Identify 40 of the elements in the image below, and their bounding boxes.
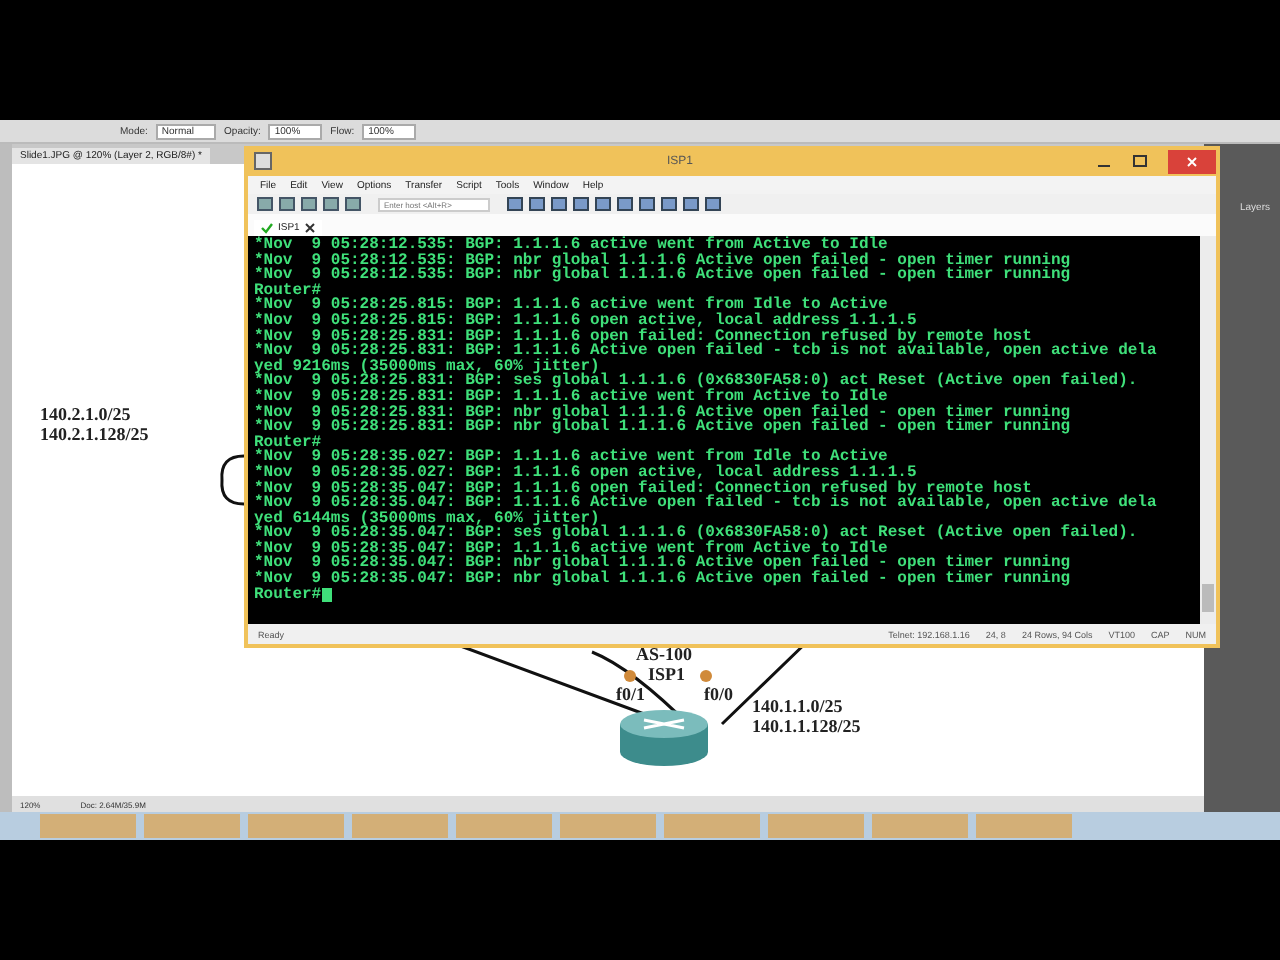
terminal-line: yed 9216ms (35000ms max, 60% jitter) [254,359,600,375]
diagram-label: f0/1 [616,684,645,704]
terminal-line: *Nov 9 05:28:25.831: BGP: 1.1.1.6 open failed: Connection refused by remote host [254,329,1032,345]
terminal-line: *Nov 9 05:28:25.831: BGP: ses global 1.1.1.6 (0x6830FA58:0) act Reset (Active open failed). [254,374,1140,390]
terminal-line: yed 6144ms (35000ms max, 60% jitter) [254,511,600,527]
terminal-line: *Nov 9 05:28:25.831: BGP: nbr global 1.1.1.6 Active open failed - open timer running [254,405,1073,421]
terminal-line: Router# [254,435,324,451]
terminal-line: *Nov 9 05:28:12.535: BGP: 1.1.1.6 active went from Active to Idle [254,238,890,254]
terminal-line: *Nov 9 05:28:25.815: BGP: 1.1.1.6 active went from Idle to Active [254,298,888,314]
terminal-line: *Nov 9 05:28:12.535: BGP: nbr global 1.1.1.6 Active open failed - open timer running [254,268,1073,284]
terminal-line: *Nov 9 05:28:35.047: BGP: ses global 1.1.1.6 (0x6830FA58:0) act Reset (Active open failed). [254,526,1140,542]
terminal-line: *Nov 9 05:28:25.815: BGP: 1.1.1.6 open active, local address 1.1.1.5 [254,313,919,330]
terminal-line: *Nov 9 05:28:35.047: BGP: 1.1.1.6 open failed: Connection refused by remote host [254,481,1034,497]
check-icon [260,222,274,234]
terminal-line: *Nov 9 05:28:25.831: BGP: 1.1.1.6 Active open failed - tcb is not available, open active dela [254,344,1159,360]
terminal-line: *Nov 9 05:28:35.027: BGP: 1.1.1.6 active went from Idle to Active [254,450,888,466]
diagram-label: ISP1 [648,664,686,684]
diagram-label: 140.1.1.128/25 [752,716,861,736]
terminal-line: *Nov 9 05:28:35.027: BGP: 1.1.1.6 open active, local address 1.1.1.5 [254,465,919,481]
terminal-line: *Nov 9 05:28:25.831: BGP: nbr global 1.1.1.6 Active open failed - open timer running [254,420,1073,436]
terminal-line: *Nov 9 05:28:35.047: BGP: nbr global 1.1.1.6 Active open failed - open timer running [254,572,1073,588]
close-icon[interactable] [303,222,316,234]
scrollbar[interactable] [1200,236,1216,624]
app-icon [254,152,272,170]
terminal-line: Router# [254,283,324,299]
port-dot-icon [700,670,712,682]
port-dot-icon [624,670,636,682]
diagram-label: f0/0 [704,684,733,704]
terminal-line: *Nov 9 05:28:35.047: BGP: 1.1.1.6 Active open failed - tcb is not available, open active dela [254,496,1159,512]
terminal-line: Router# [254,587,1200,603]
terminal-line: *Nov 9 05:28:35.047: BGP: 1.1.1.6 active went from Active to Idle [254,541,890,557]
diagram-label: 140.2.1.128/25 [40,424,149,444]
cursor [321,587,332,602]
terminal-line: *Nov 9 05:28:25.831: BGP: 1.1.1.6 active went from Active to Idle [254,389,890,406]
diagram-label: 140.1.1.0/25 [752,696,843,716]
diagram-label: 140.2.1.0/25 [40,404,131,424]
diagram-label: AS-100 [636,644,693,664]
terminal-line: *Nov 9 05:28:12.535: BGP: nbr global 1.1.1.6 Active open failed - open timer running [254,253,1073,269]
router-icon [616,704,712,768]
terminal-line: *Nov 9 05:28:35.047: BGP: nbr global 1.1.1.6 Active open failed - open timer running [254,556,1073,573]
